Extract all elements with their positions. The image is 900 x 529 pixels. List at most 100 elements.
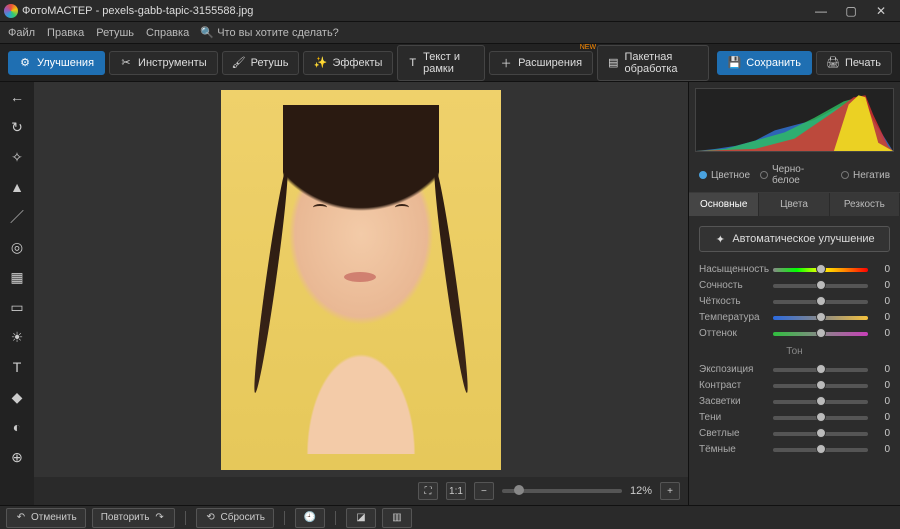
redo-icon: ↷ (154, 512, 166, 524)
tab-effects[interactable]: ✨Эффекты (303, 51, 393, 75)
reset-button[interactable]: ⟲Сбросить (196, 508, 274, 528)
plus-icon: ＋ (500, 57, 512, 69)
split-icon: ▥ (391, 512, 403, 524)
tool-fill[interactable]: ◆ (4, 386, 30, 408)
history-icon: 🕘 (304, 512, 316, 524)
minimize-button[interactable]: — (806, 4, 836, 18)
save-icon: 💾 (728, 57, 740, 69)
tab-colors[interactable]: Цвета (759, 193, 829, 216)
photo-preview (221, 90, 501, 470)
mode-bw[interactable]: Черно-белое (760, 164, 831, 186)
tab-sharp[interactable]: Резкость (830, 193, 900, 216)
tab-basic[interactable]: Основные (689, 193, 759, 216)
tool-exposure[interactable]: ☀ (4, 326, 30, 348)
text-icon: T (408, 57, 417, 69)
window-title: ФотоМАСТЕР - pexels-gabb-tapic-3155588.j… (22, 5, 253, 17)
main-row: ← ↻ ✧ ▲ ／ ◎ ▦ ▭ ☀ T ◆ ◐ ⊕ ⛶ 1:1 − 12% + (0, 82, 900, 505)
slider-contrast[interactable] (773, 384, 868, 388)
tool-rotate[interactable]: ↻ (4, 116, 30, 138)
slider-shadows[interactable] (773, 416, 868, 420)
crop-icon: ✂ (120, 57, 132, 69)
tab-text-frames[interactable]: TТекст и рамки (397, 45, 485, 81)
color-mode-row: Цветное Черно-белое Негатив (689, 158, 900, 193)
before-after-button[interactable]: ▥ (382, 508, 412, 528)
slider-temperature[interactable] (773, 316, 868, 320)
tool-vignette[interactable]: ▭ (4, 296, 30, 318)
tool-brush[interactable]: ／ (4, 206, 30, 228)
slider-blacks[interactable] (773, 448, 868, 452)
label-contrast: Контраст (699, 380, 767, 391)
label-clarity: Чёткость (699, 296, 767, 307)
slider-tint[interactable] (773, 332, 868, 336)
app-icon (4, 4, 18, 18)
maximize-button[interactable]: ▢ (836, 4, 866, 18)
window-controls: — ▢ ✕ (806, 4, 896, 18)
mode-negative[interactable]: Негатив (841, 170, 890, 181)
tool-stamp[interactable]: ▲ (4, 176, 30, 198)
save-button[interactable]: 💾Сохранить (717, 51, 812, 75)
search-icon: 🔍 (201, 27, 213, 39)
main-toolbar: ⚙Улучшения ✂Инструменты 🖌Ретушь ✨Эффекты… (0, 44, 900, 82)
auto-enhance-button[interactable]: ✦ Автоматическое улучшение (699, 226, 890, 252)
left-toolbar: ← ↻ ✧ ▲ ／ ◎ ▦ ▭ ☀ T ◆ ◐ ⊕ (0, 82, 34, 505)
tab-retouch[interactable]: 🖌Ретушь (222, 51, 300, 75)
tool-text[interactable]: T (4, 356, 30, 378)
menu-help[interactable]: Справка (146, 27, 189, 39)
label-tint: Оттенок (699, 328, 767, 339)
compare-icon: ◪ (355, 512, 367, 524)
zoom-slider[interactable] (502, 489, 622, 493)
menu-edit[interactable]: Правка (47, 27, 84, 39)
sliders-icon: ⚙ (19, 57, 31, 69)
label-shadows: Тени (699, 412, 767, 423)
label-highlights: Засветки (699, 396, 767, 407)
app-name: ФотоМАСТЕР (22, 5, 93, 17)
tool-droplet[interactable]: ◐ (4, 416, 30, 438)
redo-button[interactable]: Повторить↷ (92, 508, 175, 528)
label-exposure: Экспозиция (699, 364, 767, 375)
undo-icon: ↶ (15, 512, 27, 524)
menu-retouch[interactable]: Ретушь (96, 27, 134, 39)
menu-search[interactable]: 🔍 Что вы хотите сделать? (201, 27, 339, 39)
file-name: pexels-gabb-tapic-3155588.jpg (102, 5, 253, 17)
tool-pattern[interactable]: ▦ (4, 266, 30, 288)
label-whites: Светлые (699, 428, 767, 439)
tab-batch[interactable]: ▤Пакетная обработка (597, 45, 709, 81)
slider-saturation[interactable] (773, 268, 868, 272)
tab-extensions[interactable]: ＋Расширения (489, 51, 593, 75)
tab-tools[interactable]: ✂Инструменты (109, 51, 218, 75)
fit-screen-button[interactable]: ⛶ (418, 482, 438, 500)
tool-globe[interactable]: ⊕ (4, 446, 30, 468)
print-icon: 🖨 (827, 57, 839, 69)
mode-color[interactable]: Цветное (699, 170, 750, 181)
right-panel: Цветное Черно-белое Негатив Основные Цве… (688, 82, 900, 505)
label-vibrance: Сочность (699, 280, 767, 291)
tool-target[interactable]: ◎ (4, 236, 30, 258)
slider-exposure[interactable] (773, 368, 868, 372)
slider-whites[interactable] (773, 432, 868, 436)
image-viewport[interactable] (34, 82, 688, 477)
slider-vibrance[interactable] (773, 284, 868, 288)
menu-file[interactable]: Файл (8, 27, 35, 39)
wand-icon: ✦ (714, 233, 726, 245)
zoom-1to1-button[interactable]: 1:1 (446, 482, 466, 500)
print-button[interactable]: 🖨Печать (816, 51, 892, 75)
sparkle-icon: ✨ (314, 57, 326, 69)
slider-clarity[interactable] (773, 300, 868, 304)
zoom-out-button[interactable]: − (474, 482, 494, 500)
bottom-bar: ↶Отменить Повторить↷ ⟲Сбросить 🕘 ◪ ▥ (0, 505, 900, 529)
menu-bar: Файл Правка Ретушь Справка 🔍 Что вы хоти… (0, 22, 900, 44)
label-temperature: Температура (699, 312, 767, 323)
sliders-group: Насыщенность0 Сочность0 Чёткость0 Темпер… (689, 262, 900, 461)
slider-highlights[interactable] (773, 400, 868, 404)
tool-back[interactable]: ← (4, 86, 30, 108)
history-button[interactable]: 🕘 (295, 508, 325, 528)
histogram (695, 88, 894, 152)
undo-button[interactable]: ↶Отменить (6, 508, 86, 528)
zoom-percent: 12% (630, 485, 652, 497)
close-button[interactable]: ✕ (866, 4, 896, 18)
compare-button[interactable]: ◪ (346, 508, 376, 528)
tab-enhance[interactable]: ⚙Улучшения (8, 51, 105, 75)
zoom-in-button[interactable]: + (660, 482, 680, 500)
tool-heal[interactable]: ✧ (4, 146, 30, 168)
zoom-bar: ⛶ 1:1 − 12% + (34, 477, 688, 505)
